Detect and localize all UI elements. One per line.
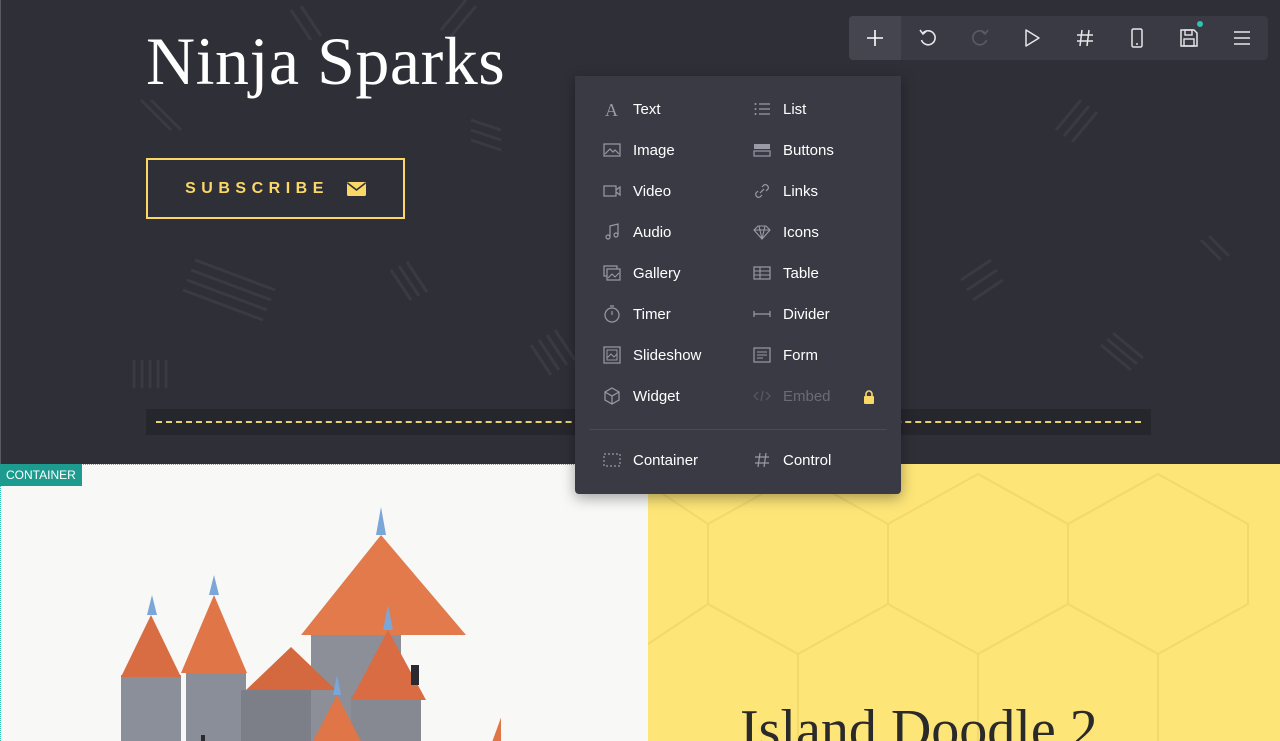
plus-icon: [867, 30, 884, 46]
envelope-icon: [346, 181, 366, 196]
audio-icon: [602, 222, 622, 242]
save-button[interactable]: [1163, 16, 1215, 60]
redo-button[interactable]: [954, 16, 1006, 60]
subscribe-button[interactable]: SUBSCRIBE: [146, 158, 405, 219]
menu-item-gallery[interactable]: Gallery: [602, 258, 742, 288]
mobile-icon: [1131, 28, 1143, 48]
code-icon: [752, 386, 772, 406]
subscribe-label: SUBSCRIBE: [185, 179, 329, 197]
menu-item-slideshow[interactable]: Slideshow: [602, 340, 742, 370]
container-badge[interactable]: CONTAINER: [0, 464, 82, 486]
menu-item-list[interactable]: List: [752, 94, 892, 124]
menu-item-image[interactable]: Image: [602, 135, 742, 165]
menu-item-video[interactable]: Video: [602, 176, 742, 206]
menu-item-text[interactable]: A Text: [602, 94, 742, 124]
hash-icon: [752, 450, 772, 470]
table-icon: [752, 263, 772, 283]
menu-item-control[interactable]: Control: [752, 445, 892, 475]
undo-button[interactable]: [901, 16, 953, 60]
video-icon: [602, 181, 622, 201]
site-title: Ninja Sparks: [146, 23, 506, 99]
menu-item-form[interactable]: Form: [752, 340, 892, 370]
grid-button[interactable]: [1059, 16, 1111, 60]
mobile-view-button[interactable]: [1111, 16, 1163, 60]
preview-button[interactable]: [1006, 16, 1058, 60]
image-icon: [602, 140, 622, 160]
list-icon: [752, 99, 772, 119]
add-element-button[interactable]: [849, 16, 902, 60]
slideshow-icon: [602, 345, 622, 365]
container-icon: [602, 450, 622, 470]
text-icon: A: [602, 99, 622, 119]
redo-icon: [972, 29, 989, 46]
gallery-icon: [602, 263, 622, 283]
svg-text:A: A: [605, 100, 618, 118]
menu-separator: [589, 429, 887, 430]
unsaved-indicator: [1196, 21, 1203, 27]
lock-icon: [864, 390, 874, 404]
container-right[interactable]: Island Doodle 2: [648, 464, 1280, 741]
menu-item-audio[interactable]: Audio: [602, 217, 742, 247]
menu-item-divider[interactable]: Divider: [752, 299, 892, 329]
main-menu-button[interactable]: [1216, 16, 1268, 60]
play-icon: [1025, 29, 1041, 47]
timer-icon: [602, 304, 622, 324]
hamburger-icon: [1233, 31, 1250, 45]
menu-item-container[interactable]: Container: [602, 445, 742, 475]
add-element-menu: A Text Image Video Audio Gallery Timer S…: [575, 76, 901, 494]
widget-icon: [602, 386, 622, 406]
castle-image: [121, 507, 501, 741]
menu-item-table[interactable]: Table: [752, 258, 892, 288]
diamond-icon: [752, 222, 772, 242]
undo-icon: [918, 29, 936, 46]
menu-item-links[interactable]: Links: [752, 176, 892, 206]
menu-item-buttons[interactable]: Buttons: [752, 135, 892, 165]
menu-item-icons[interactable]: Icons: [752, 217, 892, 247]
buttons-icon: [752, 140, 772, 160]
save-icon: [1180, 29, 1199, 47]
link-icon: [752, 181, 772, 201]
section-title: Island Doodle 2: [740, 699, 1098, 741]
editor-toolbar: [849, 16, 1268, 60]
menu-item-widget[interactable]: Widget: [602, 381, 742, 411]
divider-icon: [752, 304, 772, 324]
hash-icon: [1076, 29, 1093, 47]
container-left[interactable]: [0, 464, 648, 741]
menu-item-timer[interactable]: Timer: [602, 299, 742, 329]
form-icon: [752, 345, 772, 365]
